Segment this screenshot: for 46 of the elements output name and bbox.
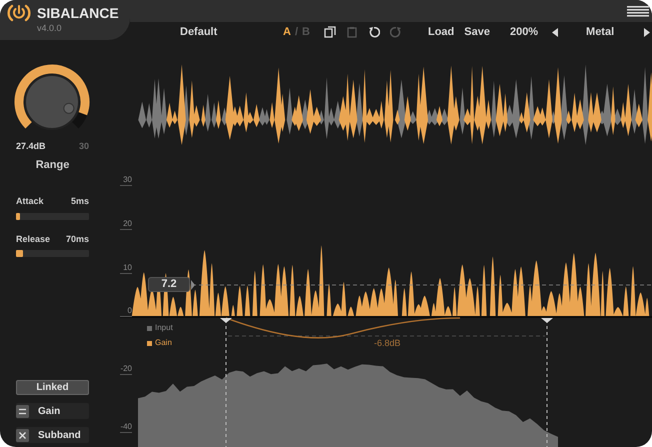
slider-label: Attack bbox=[16, 195, 44, 208]
zoom-button[interactable]: 200% bbox=[510, 24, 538, 40]
preset-name[interactable]: Default bbox=[180, 24, 260, 40]
power-logo-icon bbox=[6, 3, 32, 23]
axis-label: 30 bbox=[120, 175, 132, 186]
previous-arrow-icon[interactable] bbox=[552, 28, 558, 36]
option-toggle[interactable]: Subband bbox=[16, 427, 89, 443]
copy-icon[interactable] bbox=[324, 26, 336, 38]
axis-label: -20 bbox=[120, 364, 132, 375]
slider-reading: 5ms bbox=[70, 195, 89, 208]
knob-label: Range bbox=[34, 158, 70, 172]
undo-icon[interactable] bbox=[368, 26, 380, 38]
theme-name[interactable]: Metal bbox=[558, 24, 642, 40]
lines-icon bbox=[16, 404, 29, 418]
range-max: 30 bbox=[78, 140, 89, 153]
band-curve[interactable] bbox=[226, 317, 460, 338]
slider-track[interactable] bbox=[16, 212, 89, 220]
knob-track[interactable] bbox=[72, 112, 87, 128]
threshold-value[interactable]: 7.2 bbox=[148, 277, 190, 292]
save-button[interactable]: Save bbox=[464, 24, 490, 40]
axis-label: 10 bbox=[120, 263, 132, 274]
legend-label: Input bbox=[155, 323, 173, 333]
slider-track[interactable] bbox=[16, 250, 89, 257]
app-version: v4.0.0 bbox=[37, 23, 63, 33]
ab-toggle[interactable]: A bbox=[283, 24, 291, 40]
slider-fill[interactable] bbox=[16, 212, 20, 220]
axis-label: -40 bbox=[120, 422, 132, 433]
cross-icon bbox=[16, 428, 29, 442]
range-value: 27.4dB bbox=[16, 140, 46, 153]
separator-slash: / bbox=[294, 24, 298, 40]
knob-fill[interactable] bbox=[14, 64, 90, 128]
linked-button[interactable]: Linked bbox=[16, 380, 89, 395]
threshold-arrow-icon[interactable] bbox=[191, 280, 195, 290]
next-arrow-icon[interactable] bbox=[644, 28, 650, 36]
range-knob[interactable] bbox=[24, 74, 80, 130]
band-gain-value: -6.8dB bbox=[374, 337, 401, 350]
slider-reading: 70ms bbox=[66, 232, 89, 246]
slider-label: Release bbox=[16, 232, 50, 246]
load-button[interactable]: Load bbox=[428, 24, 454, 40]
option-toggle[interactable]: Gain bbox=[16, 403, 89, 419]
slider-fill[interactable] bbox=[16, 250, 24, 257]
legend-label: Gain bbox=[155, 338, 172, 348]
axis-label: 0 bbox=[120, 306, 132, 317]
app-name: SIBALANCE bbox=[37, 4, 119, 23]
axis-label: 20 bbox=[120, 219, 132, 230]
menu-icon[interactable] bbox=[627, 5, 649, 17]
